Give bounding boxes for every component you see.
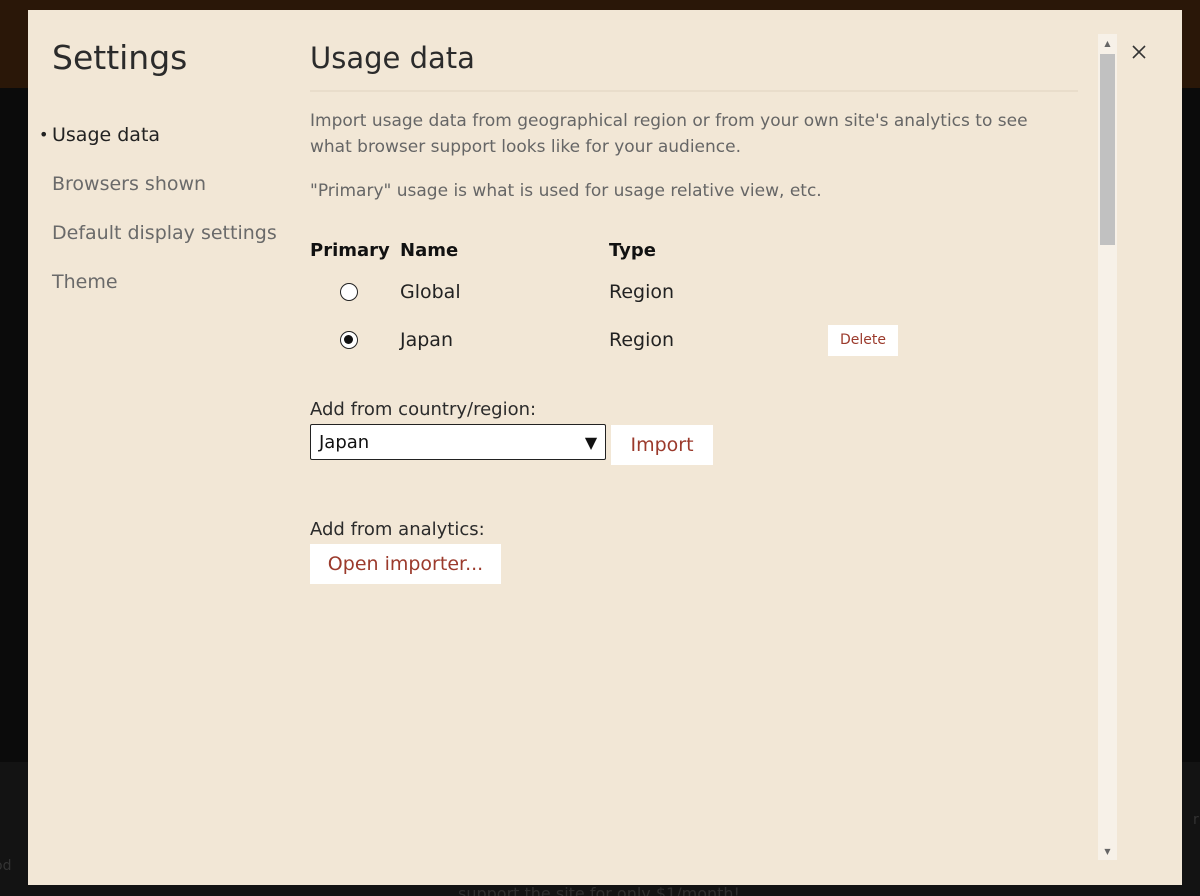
settings-title: Settings [52,38,188,77]
header-name: Name [400,239,459,261]
nav-item-usage-data[interactable]: Usage data [39,122,292,171]
triangle-down-icon: ▼ [584,432,598,452]
name-cell: Global [400,281,461,303]
close-button[interactable] [1126,38,1152,66]
scroll-down-arrow-icon[interactable]: ▼ [1098,842,1117,860]
usage-description: Import usage data from geographical regi… [310,111,1028,157]
add-analytics-label: Add from analytics: [310,519,485,540]
country-select-value: Japan [319,431,370,453]
action-cell: Delete [828,316,948,364]
header-type: Type [609,239,656,261]
import-button[interactable]: Import [611,425,713,465]
add-country-label: Add from country/region: [310,399,537,420]
primary-usage-note: "Primary" usage is what is used for usag… [310,181,822,201]
primary-cell [310,316,400,364]
action-cell [828,268,948,316]
usage-data-title: Usage data [310,38,1078,92]
table-row: Global Region [310,268,948,316]
settings-modal: Settings Usage data Browsers shown Defau… [28,10,1182,885]
backdrop-left-text: od [0,858,12,874]
primary-radio-global[interactable] [340,283,358,301]
type-cell: Region [609,329,675,351]
delete-button[interactable]: Delete [828,324,898,356]
nav-item-default-display-settings[interactable]: Default display settings [52,220,292,269]
header-action [828,232,948,268]
nav-item-browsers-shown[interactable]: Browsers shown [52,171,292,220]
header-primary: Primary [310,239,390,261]
open-importer-button[interactable]: Open importer... [310,544,501,584]
type-cell: Region [609,281,675,303]
backdrop-footer-text: support the site for only $1/month! [458,884,740,896]
close-icon [1132,45,1146,59]
nav-item-theme[interactable]: Theme [52,269,292,318]
table-row: Japan Region Delete [310,316,948,364]
primary-radio-japan[interactable] [340,331,358,349]
modal-scrollbar[interactable]: ▲ ▼ [1098,34,1117,860]
scroll-up-arrow-icon[interactable]: ▲ [1098,34,1117,52]
country-select[interactable]: Japan ▼ [310,424,606,460]
scroll-thumb[interactable] [1100,54,1115,245]
name-cell: Japan [400,329,453,351]
usage-table: Primary Name Type Global Region Japan Re… [310,232,948,364]
usage-data-panel: Usage data Import usage data from geogra… [310,38,1078,584]
backdrop-right-text: r [1193,812,1199,828]
settings-nav: Usage data Browsers shown Default displa… [39,122,292,318]
table-header-row: Primary Name Type [310,232,948,268]
primary-cell [310,268,400,316]
